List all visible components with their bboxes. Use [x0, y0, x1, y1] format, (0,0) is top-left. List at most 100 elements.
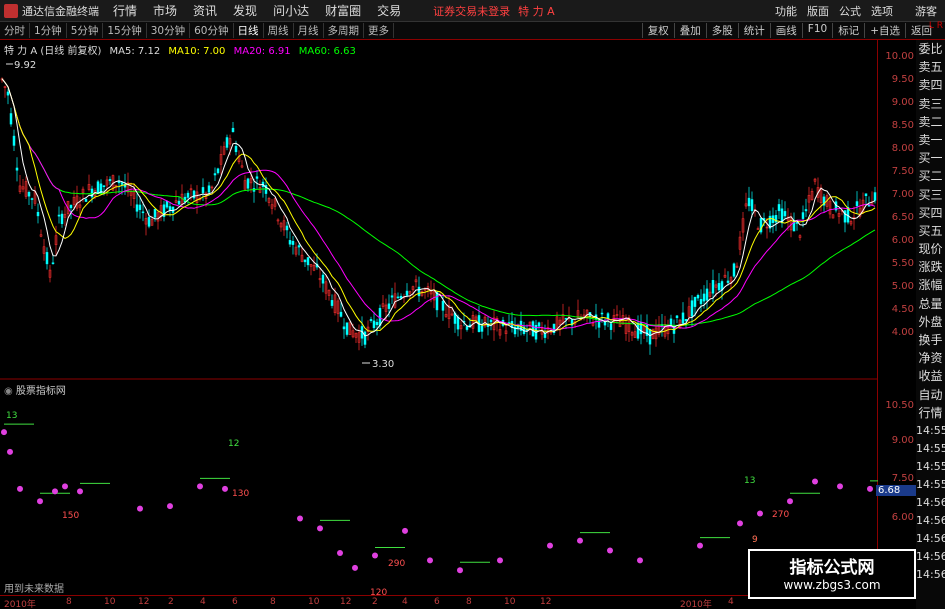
menu-trade[interactable]: 交易 [377, 2, 401, 19]
menu-ask[interactable]: 问小达 [273, 2, 309, 19]
indicator-tick: 7.50 [891, 473, 914, 484]
indicator-dot [867, 485, 873, 492]
app-title: 通达信金融终端 [22, 4, 99, 18]
tick-time: 14:55 [916, 441, 945, 455]
indicator-dot [812, 478, 818, 485]
candle-body [120, 182, 124, 185]
candle-body [399, 295, 403, 299]
candle-body [60, 213, 64, 224]
tick-panel-label[interactable]: 行情 [916, 404, 945, 422]
quote-field-label[interactable]: 涨幅 [916, 276, 945, 294]
quote-field-label[interactable]: 换手 [916, 331, 945, 349]
tick-time: 14:56 [916, 495, 945, 509]
tick-panel-label[interactable]: 自动 [916, 386, 945, 404]
candle-body [777, 204, 781, 212]
period-60min[interactable]: 60分钟 [190, 23, 234, 38]
multi-stock-button[interactable]: 多股 [705, 23, 738, 38]
period-1min[interactable]: 1分钟 [30, 23, 67, 38]
price-tick: 7.00 [891, 189, 914, 200]
tick-time: 14:55 [916, 423, 945, 437]
adjust-button[interactable]: 复权 [641, 23, 674, 38]
kline-chart[interactable]: 9.92 3.30 13121391501302902701209 [0, 40, 878, 595]
quote-field-label[interactable]: 买四 [916, 204, 945, 222]
period-more[interactable]: 更多 [364, 23, 394, 38]
draw-button[interactable]: 画线 [769, 23, 802, 38]
indicator-dot [1, 429, 7, 436]
menu-market-quote[interactable]: 行情 [113, 2, 137, 19]
quote-field-label[interactable]: 涨跌 [916, 258, 945, 276]
candle-body [186, 192, 190, 198]
f10-button[interactable]: F10 [801, 23, 832, 38]
candle-body [255, 176, 259, 179]
quote-field-label[interactable]: 卖五 [916, 58, 945, 76]
login-status[interactable]: 证券交易未登录 [433, 3, 510, 19]
quote-field-label[interactable]: 委比 [916, 40, 945, 58]
quote-field-label[interactable]: 买三 [916, 186, 945, 204]
indicator-dot [737, 520, 743, 527]
indicator-dot [37, 498, 43, 505]
quote-field-label[interactable]: 总量 [916, 295, 945, 313]
indicator-label: 12 [228, 439, 239, 449]
indicator-label: 130 [232, 489, 249, 499]
indicator-tick: 6.00 [891, 512, 914, 523]
period-weekly[interactable]: 周线 [264, 23, 294, 38]
price-tick: 6.50 [891, 212, 914, 223]
quote-field-label[interactable]: 卖三 [916, 95, 945, 113]
period-15min[interactable]: 15分钟 [103, 23, 147, 38]
chart-area[interactable]: 9.92 3.30 13 12 13 9 150 130 290 270 120 9 [0, 40, 878, 595]
quote-field-label[interactable]: 买五 [916, 222, 945, 240]
quote-field-label[interactable]: 净资 [916, 349, 945, 367]
stats-button[interactable]: 统计 [737, 23, 770, 38]
quote-field-label[interactable]: 买一 [916, 149, 945, 167]
menu-wealth[interactable]: 财富圈 [325, 2, 361, 19]
time-tick: 4 [402, 597, 408, 607]
quote-field-label[interactable]: 卖一 [916, 131, 945, 149]
overlay-button[interactable]: 叠加 [673, 23, 706, 38]
time-tick: 8 [466, 597, 472, 607]
indicator-dot [352, 564, 358, 571]
period-multi[interactable]: 多周期 [324, 23, 364, 38]
period-intraday[interactable]: 分时 [0, 23, 30, 38]
high-annotation: 9.92 [14, 60, 36, 71]
candle-body [177, 200, 181, 205]
indicator-gear-icon[interactable]: ◉ [4, 386, 13, 397]
candle-body [480, 325, 484, 332]
site-watermark: 指标公式网 www.zbgs3.com [748, 549, 916, 599]
indicator-dot [17, 485, 23, 492]
menu-options[interactable]: 选项 [871, 3, 893, 19]
time-tick: 4 [728, 597, 734, 607]
menu-market[interactable]: 市场 [153, 2, 177, 19]
indicator-label: 270 [772, 510, 789, 520]
indicator-dot [497, 557, 503, 564]
period-30min[interactable]: 30分钟 [147, 23, 191, 38]
candle-body [234, 145, 238, 153]
indicator-name[interactable]: ◉ 股票指标网 [4, 382, 66, 397]
add-watchlist-button[interactable]: +自选 [864, 23, 905, 38]
menu-discover[interactable]: 发现 [233, 2, 257, 19]
period-monthly[interactable]: 月线 [294, 23, 324, 38]
candle-body [285, 225, 289, 231]
guest-button[interactable]: 游客 [915, 3, 937, 19]
period-5min[interactable]: 5分钟 [67, 23, 104, 38]
menu-function[interactable]: 功能 [775, 3, 797, 19]
ma5-line [1, 78, 876, 337]
quote-field-label[interactable]: 收益 [916, 367, 945, 385]
menu-news[interactable]: 资讯 [193, 2, 217, 19]
candle-body [564, 318, 568, 320]
candle-body [297, 245, 301, 248]
quote-field-label[interactable]: 卖四 [916, 76, 945, 94]
time-tick: 4 [200, 597, 206, 607]
candle-body [783, 211, 787, 217]
menu-layout[interactable]: 版面 [807, 3, 829, 19]
menu-formula[interactable]: 公式 [839, 3, 861, 19]
quote-field-label[interactable]: 买二 [916, 167, 945, 185]
quote-field-label[interactable]: 外盘 [916, 313, 945, 331]
quote-field-label[interactable]: 现价 [916, 240, 945, 258]
indicator-dot [577, 537, 583, 544]
period-daily[interactable]: 日线 [234, 23, 264, 38]
candle-body [192, 190, 196, 199]
candle-body [855, 201, 859, 207]
quote-field-label[interactable]: 卖二 [916, 113, 945, 131]
indicator-label: 9 [752, 535, 758, 545]
mark-button[interactable]: 标记 [832, 23, 864, 38]
